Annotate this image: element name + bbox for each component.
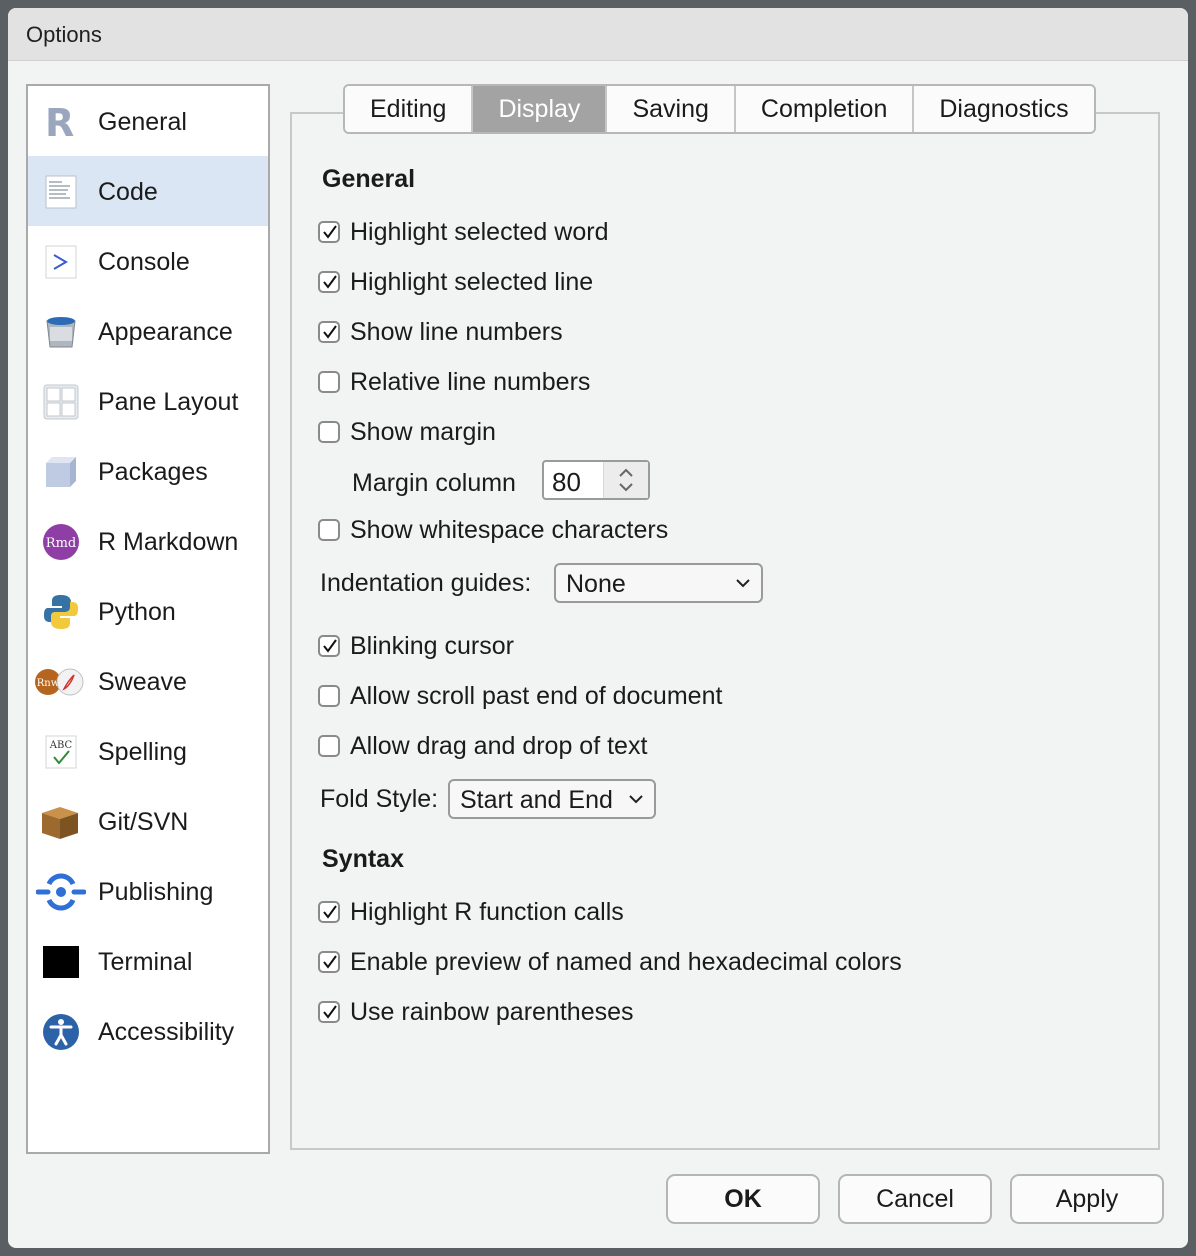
sidebar-item-spelling[interactable]: ABC Spelling bbox=[28, 716, 268, 786]
publishing-icon bbox=[35, 873, 87, 911]
checkbox-label: Blinking cursor bbox=[350, 632, 514, 660]
window-title: Options bbox=[26, 22, 102, 47]
fold-style-label: Fold Style: bbox=[320, 785, 439, 813]
chevron-down-icon bbox=[736, 579, 750, 588]
svg-text:Rmd: Rmd bbox=[46, 536, 76, 551]
checkbox-box[interactable] bbox=[318, 901, 340, 923]
select-value: Start and End bbox=[460, 786, 613, 814]
tab-saving[interactable]: Saving bbox=[607, 86, 736, 132]
sidebar-item-label: Sweave bbox=[98, 668, 187, 696]
tab-diagnostics[interactable]: Diagnostics bbox=[914, 86, 1094, 132]
margin-column-label: Margin column bbox=[352, 469, 516, 497]
code-file-icon bbox=[42, 173, 80, 211]
section-syntax-heading: Syntax bbox=[322, 845, 404, 873]
sweave-icon: Rnw bbox=[34, 663, 84, 701]
sidebar-item-label: General bbox=[98, 108, 187, 136]
indentation-guides-select[interactable]: None bbox=[554, 563, 763, 603]
sidebar-item-label: Publishing bbox=[98, 878, 214, 906]
sidebar-item-label: Accessibility bbox=[98, 1018, 235, 1046]
sidebar-item-code[interactable]: Code bbox=[28, 156, 268, 226]
checkbox-label: Highlight selected word bbox=[350, 218, 609, 246]
checkbox-box[interactable] bbox=[318, 519, 340, 541]
stepper-updown-icon bbox=[619, 468, 633, 492]
sidebar-item-terminal[interactable]: Terminal bbox=[28, 926, 268, 996]
console-prompt-icon bbox=[42, 243, 80, 281]
checkbox-box[interactable] bbox=[318, 951, 340, 973]
sidebar-item-label: Code bbox=[98, 178, 158, 206]
sidebar-item-pane-layout[interactable]: Pane Layout bbox=[28, 366, 268, 436]
stepper-arrows[interactable] bbox=[603, 462, 648, 498]
sidebar-item-packages[interactable]: Packages bbox=[28, 436, 268, 506]
checkbox-box[interactable] bbox=[318, 221, 340, 243]
margin-column-value[interactable]: 80 bbox=[552, 467, 581, 498]
margin-column-stepper[interactable]: 80 bbox=[542, 460, 650, 500]
checkbox-box[interactable] bbox=[318, 421, 340, 443]
options-window: Options R General Code Console Appearanc bbox=[8, 8, 1188, 1248]
options-tabs: Editing Display Saving Completion Diagno… bbox=[343, 84, 1096, 134]
checkbox-box[interactable] bbox=[318, 321, 340, 343]
terminal-icon bbox=[42, 943, 80, 981]
checkbox-label: Use rainbow parentheses bbox=[350, 998, 634, 1026]
checkbox-label: Relative line numbers bbox=[350, 368, 591, 396]
r-logo-icon: R bbox=[42, 101, 80, 145]
fold-style-select[interactable]: Start and End bbox=[448, 779, 656, 819]
checkbox-label: Show whitespace characters bbox=[350, 516, 669, 544]
sidebar-item-label: Packages bbox=[98, 458, 208, 486]
git-box-icon bbox=[38, 803, 82, 841]
pane-grid-icon bbox=[42, 383, 80, 421]
ok-button[interactable]: OK bbox=[666, 1174, 820, 1224]
sidebar-item-label: Pane Layout bbox=[98, 388, 239, 416]
checkbox-box[interactable] bbox=[318, 271, 340, 293]
sidebar-item-label: Git/SVN bbox=[98, 808, 189, 836]
title-bar: Options bbox=[8, 8, 1188, 61]
svg-text:ABC: ABC bbox=[49, 740, 73, 751]
accessibility-icon bbox=[42, 1013, 80, 1051]
sidebar-item-sweave[interactable]: Rnw Sweave bbox=[28, 646, 268, 716]
indentation-guides-label: Indentation guides: bbox=[320, 569, 532, 597]
rmd-icon: Rmd bbox=[42, 523, 80, 561]
checkbox-label: Enable preview of named and hexadecimal … bbox=[350, 948, 902, 976]
checkbox-label: Allow scroll past end of document bbox=[350, 682, 723, 710]
paint-bucket-icon bbox=[42, 313, 80, 351]
tab-editing[interactable]: Editing bbox=[345, 86, 474, 132]
sidebar-item-label: Terminal bbox=[98, 948, 193, 976]
checkbox-label: Show line numbers bbox=[350, 318, 563, 346]
checkbox-box[interactable] bbox=[318, 371, 340, 393]
sidebar-item-accessibility[interactable]: Accessibility bbox=[28, 996, 268, 1066]
sidebar-item-console[interactable]: Console bbox=[28, 226, 268, 296]
sidebar-item-git-svn[interactable]: Git/SVN bbox=[28, 786, 268, 856]
sidebar-item-label: Python bbox=[98, 598, 176, 626]
sidebar-item-label: Spelling bbox=[98, 738, 187, 766]
checkbox-label: Allow drag and drop of text bbox=[350, 732, 648, 760]
cancel-button[interactable]: Cancel bbox=[838, 1174, 992, 1224]
spelling-abc-icon: ABC bbox=[42, 733, 80, 771]
sidebar-item-appearance[interactable]: Appearance bbox=[28, 296, 268, 366]
checkbox-label: Highlight R function calls bbox=[350, 898, 624, 926]
checkbox-box[interactable] bbox=[318, 635, 340, 657]
checkbox-box[interactable] bbox=[318, 735, 340, 757]
sidebar-item-general[interactable]: R General bbox=[28, 86, 268, 156]
options-sidebar: R General Code Console Appearance Pane L… bbox=[26, 84, 270, 1154]
checkbox-box[interactable] bbox=[318, 1001, 340, 1023]
sidebar-item-label: R Markdown bbox=[98, 528, 239, 556]
checkbox-label: Highlight selected line bbox=[350, 268, 594, 296]
checkbox-box[interactable] bbox=[318, 685, 340, 707]
sidebar-item-python[interactable]: Python bbox=[28, 576, 268, 646]
select-value: None bbox=[566, 570, 626, 598]
tab-display[interactable]: Display bbox=[473, 86, 608, 132]
tab-completion[interactable]: Completion bbox=[735, 86, 915, 132]
package-cube-icon bbox=[42, 453, 80, 491]
chevron-down-icon bbox=[629, 795, 643, 804]
sidebar-item-label: Console bbox=[98, 248, 190, 276]
python-icon bbox=[42, 593, 80, 631]
checkbox-label: Show margin bbox=[350, 418, 496, 446]
svg-text:Rnw: Rnw bbox=[37, 678, 60, 689]
sidebar-item-publishing[interactable]: Publishing bbox=[28, 856, 268, 926]
sidebar-item-label: Appearance bbox=[98, 318, 233, 346]
section-general-heading: General bbox=[322, 165, 416, 193]
apply-button[interactable]: Apply bbox=[1010, 1174, 1164, 1224]
sidebar-item-r-markdown[interactable]: Rmd R Markdown bbox=[28, 506, 268, 576]
svg-text:R: R bbox=[45, 103, 74, 141]
